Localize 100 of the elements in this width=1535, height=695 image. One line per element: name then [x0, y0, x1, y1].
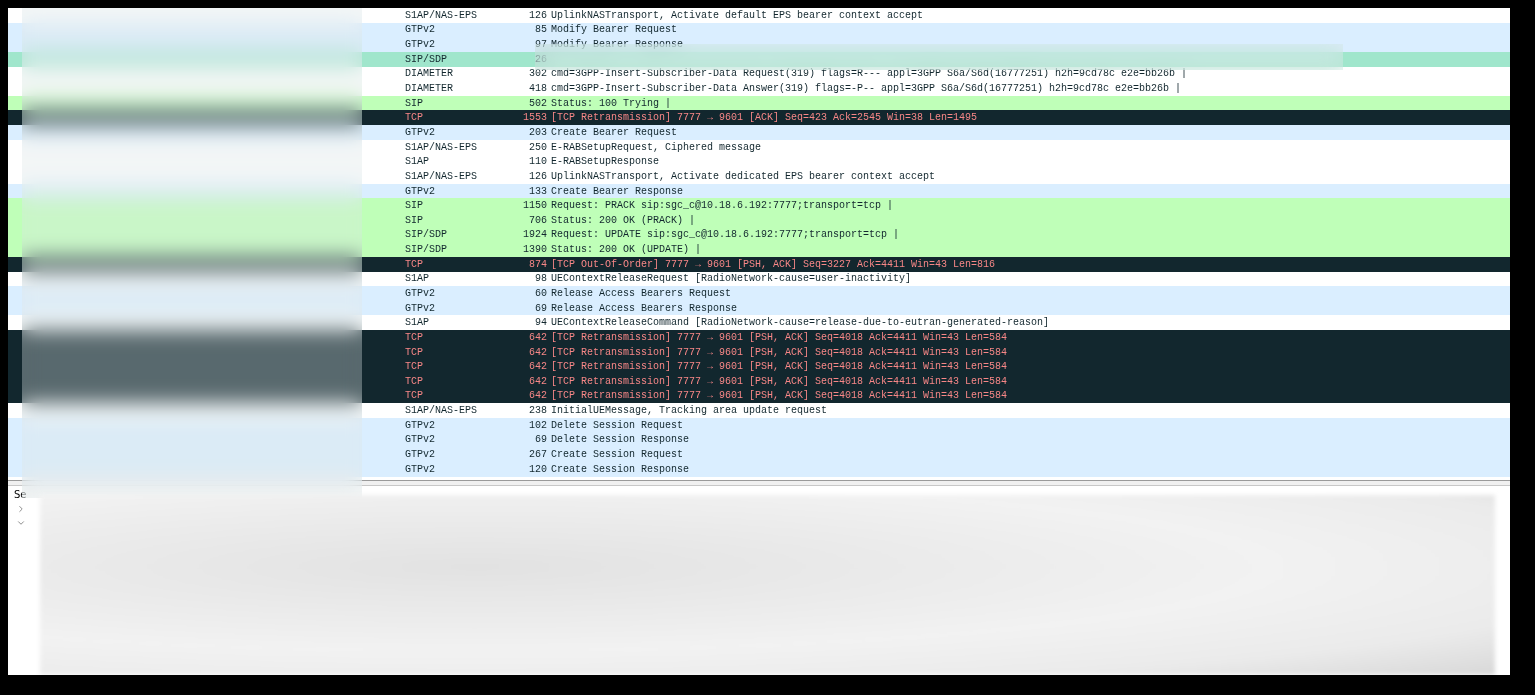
info-cell-text: Release Access Bearers Response	[550, 301, 739, 315]
length-cell-text: 1924	[522, 228, 547, 242]
info-cell-text: Create Bearer Request	[550, 125, 679, 139]
length-cell-text: 874	[528, 257, 547, 271]
protocol-cell-text: S1AP	[404, 155, 430, 169]
protocol-cell-text: TCP	[404, 360, 424, 374]
info-cell-text: Status: 200 OK (PRACK) |	[550, 213, 697, 227]
info-cell-text: Delete Session Response	[550, 433, 691, 447]
packet-row[interactable]: GTPv2 60 Release Access Bearers Request	[8, 286, 1510, 301]
protocol-cell-text: SIP/SDP	[404, 243, 448, 257]
info-cell-text: [TCP Retransmission] 7777 → 9601 [PSH, ACK] Seq=4018 Ack=4411 Win=43 Len=584	[550, 374, 1009, 388]
protocol-cell-text: TCP	[404, 330, 424, 344]
packet-row[interactable]: TCP 1553 [TCP Retransmission] 7777 → 9601 [ACK] Seq=423 Ack=2545 Win=38 Len=1495	[8, 110, 1510, 126]
protocol-cell-text: S1AP	[404, 272, 430, 286]
length-cell-text: 98	[534, 272, 547, 286]
length-cell-text: 102	[528, 418, 547, 432]
protocol-cell-text: S1AP/NAS-EPS	[404, 140, 478, 154]
packet-row[interactable]: GTPv2 267 Create Session Request	[8, 447, 1510, 462]
panel-label: Se	[14, 488, 27, 502]
protocol-cell-text: SIP	[404, 199, 424, 213]
length-cell-text: 302	[528, 67, 547, 81]
length-cell-text: 1553	[522, 111, 547, 125]
protocol-cell-text: GTPv2	[404, 433, 436, 447]
info-cell-text: E-RABSetupRequest, Ciphered message	[550, 140, 763, 154]
protocol-cell-text: GTPv2	[404, 23, 436, 37]
packet-row[interactable]: SIP 1150 Request: PRACK sip:sgc_c@10.18.6.192:7777;transport=tcp |	[8, 198, 1510, 213]
info-cell-text: Modify Bearer Request	[550, 23, 679, 37]
length-cell-text: 203	[528, 125, 547, 139]
protocol-cell-text: S1AP	[404, 316, 430, 330]
info-cell-text: E-RABSetupResponse	[550, 155, 661, 169]
info-cell-text: Release Access Bearers Request	[550, 287, 733, 300]
info-cell-text: Create Session Request	[550, 448, 685, 462]
length-cell-text: 97	[534, 38, 547, 52]
packet-row[interactable]: TCP 642 [TCP Retransmission] 7777 → 9601 [PSH, ACK] Seq=4018 Ack=4411 Win=43 Len=584	[8, 330, 1510, 345]
info-cell-text: cmd=3GPP-Insert-Subscriber-Data Answer(319) flags=-P-- appl=3GPP S6a/S6d(16777251) h2h=9cd78c e2e=bb26b |	[550, 82, 1183, 95]
length-cell-text: 642	[528, 345, 547, 359]
length-cell-text: 267	[528, 448, 547, 462]
length-cell-text: 126	[528, 169, 547, 183]
length-cell-text: 250	[528, 140, 547, 154]
chevron-right-icon[interactable]	[16, 504, 26, 514]
info-cell-text: Modify Bearer Response	[550, 38, 685, 52]
protocol-cell-text: GTPv2	[404, 38, 436, 52]
length-cell-text: 502	[528, 96, 547, 110]
protocol-cell-text: S1AP/NAS-EPS	[404, 8, 478, 22]
length-cell-text: 238	[528, 404, 547, 418]
protocol-cell-text: S1AP/NAS-EPS	[404, 404, 478, 418]
info-cell-text: Create Bearer Response	[550, 184, 685, 198]
info-cell-text: [TCP Out-Of-Order] 7777 → 9601 [PSH, ACK] Seq=3227 Ack=4411 Win=43 Len=816	[550, 257, 997, 271]
protocol-cell-text: GTPv2	[404, 184, 436, 198]
protocol-cell-text: SIP	[404, 96, 424, 110]
packet-row[interactable]: GTPv2 97 Modify Bearer Response	[8, 37, 1510, 52]
protocol-cell-text: GTPv2	[404, 125, 436, 139]
length-cell-text: 706	[528, 213, 547, 227]
length-cell-text: 126	[528, 8, 547, 22]
info-cell-text: cmd=3GPP-Insert-Subscriber-Data Request(319) flags=R--- appl=3GPP S6a/S6d(16777251) h2h=9cd78c e2e=bb26b |	[550, 67, 1189, 81]
length-cell-text: 94	[534, 316, 547, 330]
info-cell-text: UplinkNASTransport, Activate default EPS bearer context accept	[550, 8, 925, 22]
protocol-cell-text: TCP	[404, 374, 424, 388]
packet-row[interactable]: SIP/SDP 1390 Status: 200 OK (UPDATE) |	[8, 242, 1510, 257]
length-cell-text: 642	[528, 360, 547, 374]
protocol-cell-text: TCP	[404, 111, 424, 125]
packet-row[interactable]: GTPv2 203 Create Bearer Request	[8, 125, 1510, 140]
protocol-cell-text: SIP/SDP	[404, 228, 448, 242]
packet-row[interactable]: TCP 642 [TCP Retransmission] 7777 → 9601 [PSH, ACK] Seq=4018 Ack=4411 Win=43 Len=584	[8, 359, 1510, 374]
protocol-cell-text: GTPv2	[404, 448, 436, 462]
info-cell-text: Request: UPDATE sip:sgc_c@10.18.6.192:7777;transport=tcp |	[550, 228, 901, 242]
length-cell-text: 120	[528, 462, 547, 476]
protocol-cell-text: TCP	[404, 345, 424, 359]
info-cell-text: [TCP Retransmission] 7777 → 9601 [PSH, ACK] Seq=4018 Ack=4411 Win=43 Len=584	[550, 345, 1009, 359]
protocol-cell-text: GTPv2	[404, 418, 436, 432]
length-cell-text: 1390	[522, 243, 547, 257]
protocol-cell-text: GTPv2	[404, 287, 436, 300]
chevron-down-icon[interactable]	[16, 518, 26, 528]
length-cell-text: 110	[528, 155, 547, 169]
info-cell-text: InitialUEMessage, Tracking area update request	[550, 404, 829, 418]
info-cell-text: Request: PRACK sip:sgc_c@10.18.6.192:7777;transport=tcp |	[550, 199, 895, 213]
length-cell-text: 69	[534, 433, 547, 447]
protocol-cell-text: SIP	[404, 213, 424, 227]
length-cell-text: 69	[534, 301, 547, 315]
length-cell-text: 418	[528, 82, 547, 95]
protocol-cell-text: S1AP/NAS-EPS	[404, 169, 478, 183]
length-cell-text: 85	[534, 23, 547, 37]
packet-row[interactable]: TCP 642 [TCP Retransmission] 7777 → 9601 [PSH, ACK] Seq=4018 Ack=4411 Win=43 Len=584	[8, 374, 1510, 389]
length-cell-text: 60	[534, 287, 547, 300]
info-cell-text: [TCP Retransmission] 7777 → 9601 [PSH, ACK] Seq=4018 Ack=4411 Win=43 Len=584	[550, 330, 1009, 344]
protocol-cell-text: GTPv2	[404, 301, 436, 315]
length-cell-text: 642	[528, 374, 547, 388]
protocol-cell-text: TCP	[404, 257, 424, 271]
protocol-cell-text: DIAMETER	[404, 82, 454, 95]
info-cell-text: Delete Session Request	[550, 418, 685, 432]
length-cell-text: 26	[534, 52, 547, 66]
length-cell-text: 133	[528, 184, 547, 198]
info-cell-text: [TCP Retransmission] 7777 → 9601 [ACK] Seq=423 Ack=2545 Win=38 Len=1495	[550, 111, 979, 125]
info-cell-text: [TCP Retransmission] 7777 → 9601 [PSH, ACK] Seq=4018 Ack=4411 Win=43 Len=584	[550, 389, 1009, 403]
length-cell-text: 642	[528, 389, 547, 403]
length-cell-text: 1150	[522, 199, 547, 213]
protocol-cell-text: DIAMETER	[404, 67, 454, 81]
length-cell-text: 642	[528, 330, 547, 344]
protocol-cell-text: GTPv2	[404, 462, 436, 476]
info-cell-text: UplinkNASTransport, Activate dedicated EPS bearer context accept	[550, 169, 937, 183]
